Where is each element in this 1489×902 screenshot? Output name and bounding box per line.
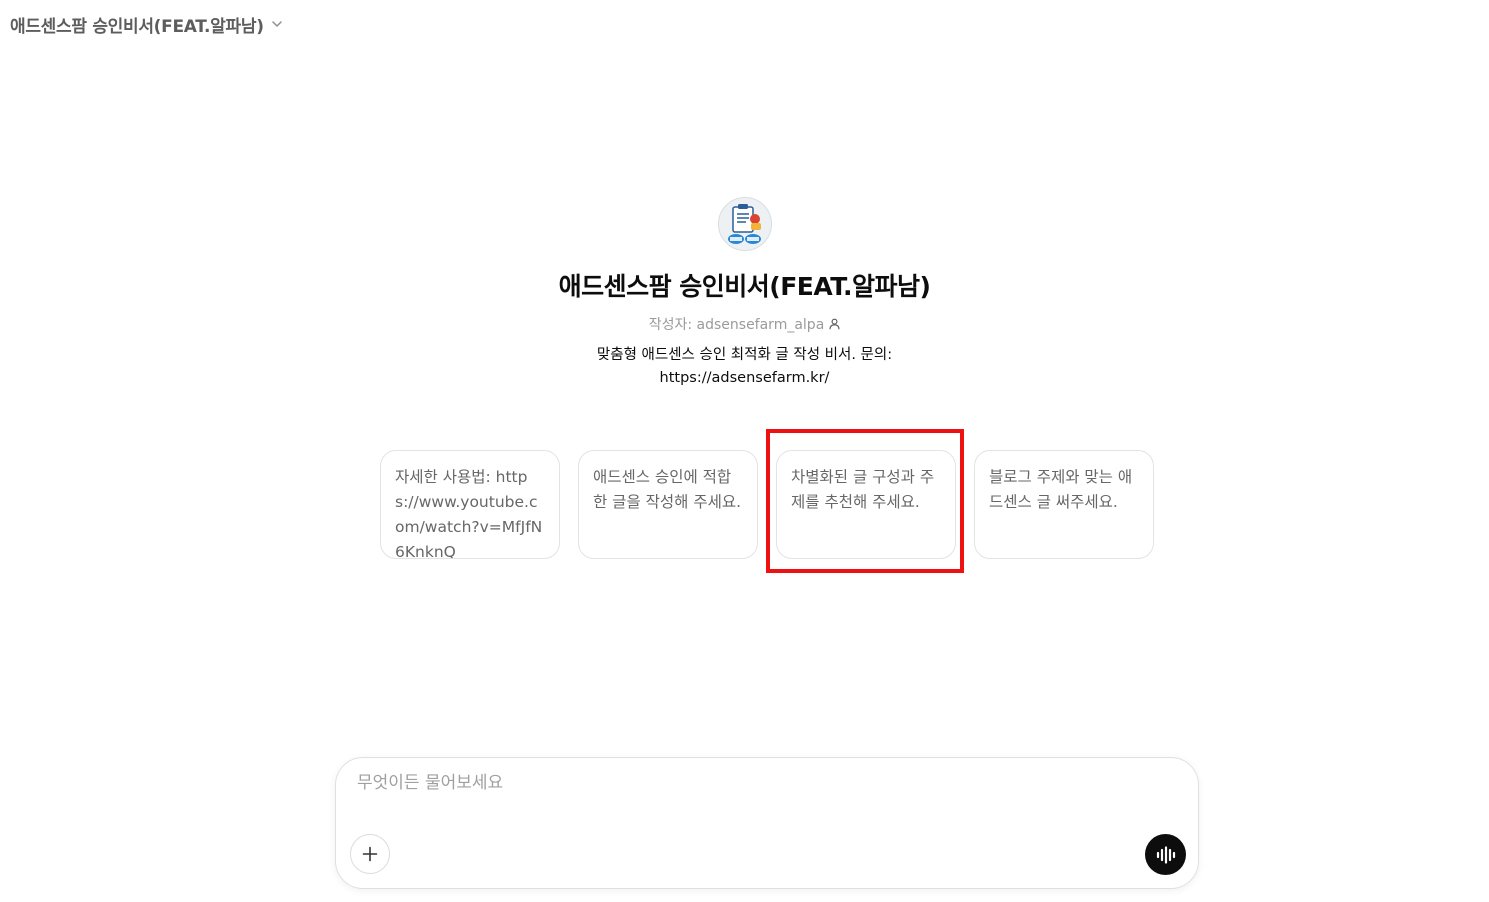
chevron-down-icon — [270, 17, 284, 31]
suggestion-text: 애드센스 승인에 적합한 글을 작성해 주세요. — [593, 468, 742, 511]
suggestion-text: 차별화된 글 구성과 주제를 추천해 주세요. — [791, 468, 935, 511]
voice-mode-icon — [1156, 845, 1176, 864]
gpt-intro: 애드센스팜 승인비서(FEAT.알파남) 작성자: adsensefarm_al… — [0, 197, 1489, 390]
gpt-selector-title: 애드센스팜 승인비서(FEAT.알파남) — [10, 16, 264, 37]
suggestion-text: 블로그 주제와 맞는 애드센스 글 써주세요. — [989, 468, 1133, 511]
message-composer — [335, 757, 1199, 889]
gpt-description: 맞춤형 애드센스 승인 최적화 글 작성 비서. 문의: https://ads… — [596, 347, 893, 386]
prompt-input[interactable] — [355, 772, 1159, 794]
suggestion-card-1[interactable]: 자세한 사용법: https://www.youtube.com/watch?v… — [380, 450, 560, 559]
suggestion-card-2[interactable]: 애드센스 승인에 적합한 글을 작성해 주세요. — [578, 450, 758, 559]
person-icon — [829, 318, 840, 330]
suggestion-card-3[interactable]: 차별화된 글 구성과 주제를 추천해 주세요. — [776, 450, 956, 559]
gpt-title: 애드센스팜 승인비서(FEAT.알파남) — [558, 272, 931, 301]
conversation-starters: 자세한 사용법: https://www.youtube.com/watch?v… — [380, 450, 1154, 559]
author-label: 작성자: adsensefarm_alpa — [648, 317, 825, 333]
gpt-author[interactable]: 작성자: adsensefarm_alpa — [649, 314, 841, 334]
plus-icon — [361, 845, 379, 863]
gpt-avatar-logo — [717, 197, 772, 251]
gpt-model-selector[interactable]: 애드센스팜 승인비서(FEAT.알파남) — [10, 10, 284, 38]
add-attachment-button[interactable] — [350, 834, 390, 874]
suggestion-text: 자세한 사용법: https://www.youtube.com/watch?v… — [395, 468, 543, 559]
suggestion-card-4[interactable]: 블로그 주제와 맞는 애드센스 글 써주세요. — [974, 450, 1154, 559]
voice-mode-button[interactable] — [1145, 834, 1186, 875]
